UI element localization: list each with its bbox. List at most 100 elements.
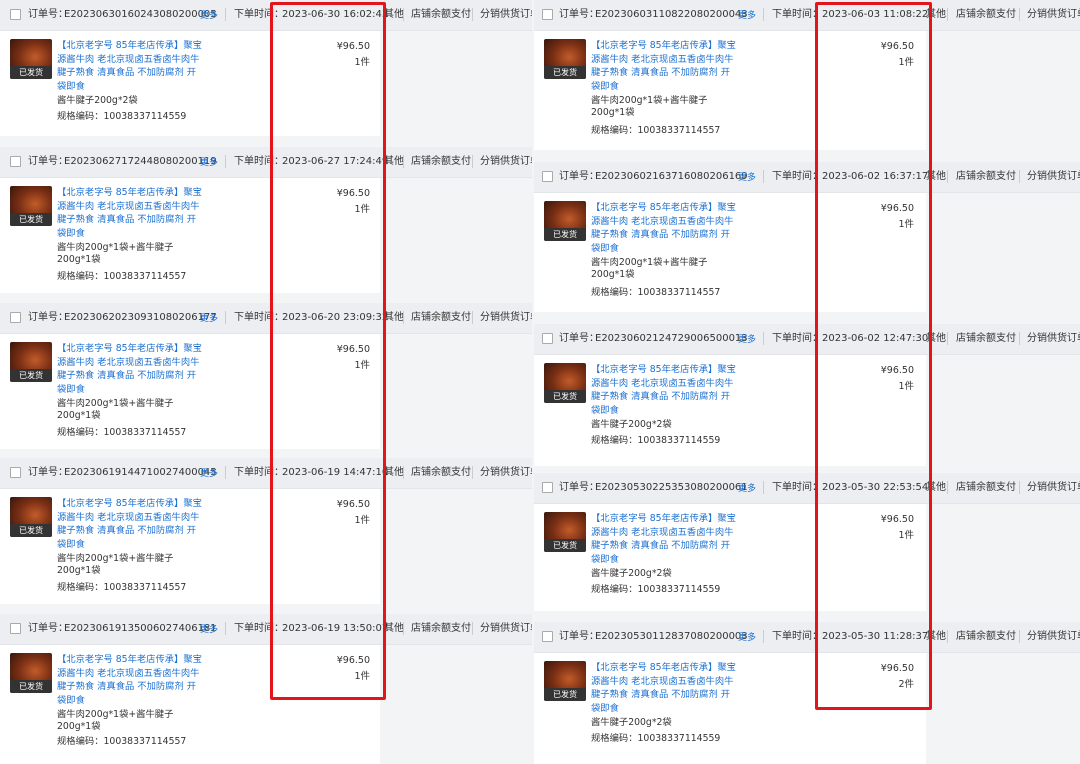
sku-code: 规格编码：10038337114557 bbox=[57, 582, 187, 593]
store-balance-pay: 店铺余额支付 bbox=[956, 631, 1016, 642]
shipped-badge: 已发货 bbox=[10, 369, 52, 382]
shipped-badge: 已发货 bbox=[10, 680, 52, 693]
order-card: 订单号： E20230530225353080200061 更多 下单时间： 2… bbox=[534, 473, 1080, 611]
product-thumbnail[interactable]: 已发货 bbox=[10, 497, 52, 537]
checkbox-icon[interactable] bbox=[542, 482, 553, 493]
more-link[interactable]: 更多 bbox=[738, 334, 756, 346]
checkbox-icon[interactable] bbox=[10, 156, 21, 167]
product-title-link[interactable]: 【北京老字号 85年老店传承】聚宝源酱牛肉 老北京现卤五香卤牛肉牛腱子熟食 清真… bbox=[57, 186, 202, 240]
checkbox-icon[interactable] bbox=[10, 467, 21, 478]
product-spec: 酱牛肉200g*1袋+酱牛腱子200g*1袋 bbox=[57, 398, 174, 421]
order-id: E20230530225353080200061 bbox=[595, 482, 748, 493]
order-id: E20230619144710027400045 bbox=[64, 467, 217, 478]
checkbox-icon[interactable] bbox=[542, 631, 553, 642]
order-no-label: 订单号： bbox=[28, 9, 68, 20]
dist-order-label: 分销供货订单 bbox=[480, 623, 532, 634]
order-header: 订单号： E20230530225353080200061 更多 下单时间： 2… bbox=[534, 473, 1080, 504]
store-balance-pay: 店铺余额支付 bbox=[956, 9, 1016, 20]
product-thumbnail[interactable]: 已发货 bbox=[10, 186, 52, 226]
product-title-link[interactable]: 【北京老字号 85年老店传承】聚宝源酱牛肉 老北京现卤五香卤牛肉牛腱子熟食 清真… bbox=[57, 39, 202, 93]
order-no-label: 订单号： bbox=[28, 312, 68, 323]
order-header: 订单号： E20230530112837080200003 更多 下单时间： 2… bbox=[534, 622, 1080, 653]
order-header: 订单号： E20230619144710027400045 更多 下单时间： 2… bbox=[0, 458, 532, 489]
order-id: E20230602124729006500013 bbox=[595, 333, 748, 344]
sku-code: 规格编码：10038337114557 bbox=[591, 125, 721, 136]
product-spec: 酱牛肉200g*1袋+酱牛腱子200g*1袋 bbox=[591, 257, 708, 280]
product-thumbnail[interactable]: 已发货 bbox=[544, 39, 586, 79]
product-title-link[interactable]: 【北京老字号 85年老店传承】聚宝源酱牛肉 老北京现卤五香卤牛肉牛腱子熟食 清真… bbox=[57, 653, 202, 707]
product-spec: 酱牛肉200g*1袋+酱牛腱子200g*1袋 bbox=[57, 709, 174, 732]
order-id: E20230602163716080206169 bbox=[595, 171, 748, 182]
product-thumbnail[interactable]: 已发货 bbox=[544, 512, 586, 552]
more-link[interactable]: 更多 bbox=[738, 172, 756, 184]
shipped-badge: 已发货 bbox=[544, 228, 586, 241]
product-thumbnail[interactable]: 已发货 bbox=[10, 39, 52, 79]
shipped-badge: 已发货 bbox=[10, 213, 52, 226]
dist-order-label: 分销供货订单 bbox=[1027, 9, 1080, 20]
time-highlight-box-left bbox=[270, 2, 386, 700]
order-id: E20230627172448080200119 bbox=[64, 156, 217, 167]
product-title-link[interactable]: 【北京老字号 85年老店传承】聚宝源酱牛肉 老北京现卤五香卤牛肉牛腱子熟食 清真… bbox=[591, 363, 736, 417]
more-link[interactable]: 更多 bbox=[200, 10, 218, 22]
pay-type-other: 其他 bbox=[384, 312, 404, 323]
checkbox-icon[interactable] bbox=[542, 333, 553, 344]
more-link[interactable]: 更多 bbox=[200, 157, 218, 169]
checkbox-icon[interactable] bbox=[10, 9, 21, 20]
product-thumbnail[interactable]: 已发货 bbox=[544, 363, 586, 403]
more-link[interactable]: 更多 bbox=[738, 632, 756, 644]
order-card: 订单号： E20230619144710027400045 更多 下单时间： 2… bbox=[0, 458, 532, 604]
product-spec: 酱牛腱子200g*2袋 bbox=[591, 717, 672, 728]
checkbox-icon[interactable] bbox=[542, 171, 553, 182]
dist-order-label: 分销供货订单 bbox=[480, 9, 532, 20]
order-card: 订单号： E20230603110822080200043 更多 下单时间： 2… bbox=[534, 0, 1080, 150]
order-no-label: 订单号： bbox=[559, 9, 599, 20]
product-spec: 酱牛肉200g*1袋+酱牛腱子200g*1袋 bbox=[591, 95, 708, 118]
product-title-link[interactable]: 【北京老字号 85年老店传承】聚宝源酱牛肉 老北京现卤五香卤牛肉牛腱子熟食 清真… bbox=[57, 342, 202, 396]
sku-code: 规格编码：10038337114557 bbox=[57, 271, 187, 282]
dist-order-label: 分销供货订单 bbox=[1027, 333, 1080, 344]
order-card: 订单号： E20230630160243080200005 更多 下单时间： 2… bbox=[0, 0, 532, 136]
more-link[interactable]: 更多 bbox=[738, 483, 756, 495]
more-link[interactable]: 更多 bbox=[738, 10, 756, 22]
store-balance-pay: 店铺余额支付 bbox=[956, 333, 1016, 344]
product-title-link[interactable]: 【北京老字号 85年老店传承】聚宝源酱牛肉 老北京现卤五香卤牛肉牛腱子熟食 清真… bbox=[591, 201, 736, 255]
sku-code: 规格编码：10038337114559 bbox=[591, 584, 721, 595]
order-no-label: 订单号： bbox=[559, 171, 599, 182]
product-thumbnail[interactable]: 已发货 bbox=[544, 661, 586, 701]
product-title-link[interactable]: 【北京老字号 85年老店传承】聚宝源酱牛肉 老北京现卤五香卤牛肉牛腱子熟食 清真… bbox=[591, 512, 736, 566]
product-thumbnail[interactable]: 已发货 bbox=[10, 653, 52, 693]
checkbox-icon[interactable] bbox=[542, 9, 553, 20]
product-title-link[interactable]: 【北京老字号 85年老店传承】聚宝源酱牛肉 老北京现卤五香卤牛肉牛腱子熟食 清真… bbox=[591, 661, 736, 715]
store-balance-pay: 店铺余额支付 bbox=[411, 623, 471, 634]
pay-type-other: 其他 bbox=[384, 467, 404, 478]
product-title-link[interactable]: 【北京老字号 85年老店传承】聚宝源酱牛肉 老北京现卤五香卤牛肉牛腱子熟食 清真… bbox=[591, 39, 736, 93]
dist-order-label: 分销供货订单 bbox=[480, 312, 532, 323]
more-link[interactable]: 更多 bbox=[200, 624, 218, 636]
pay-type-other: 其他 bbox=[384, 9, 404, 20]
product-title-link[interactable]: 【北京老字号 85年老店传承】聚宝源酱牛肉 老北京现卤五香卤牛肉牛腱子熟食 清真… bbox=[57, 497, 202, 551]
store-balance-pay: 店铺余额支付 bbox=[411, 312, 471, 323]
dist-order-label: 分销供货订单 bbox=[480, 156, 532, 167]
product-spec: 酱牛肉200g*1袋+酱牛腱子200g*1袋 bbox=[57, 553, 174, 576]
order-no-label: 订单号： bbox=[28, 623, 68, 634]
store-balance-pay: 店铺余额支付 bbox=[411, 156, 471, 167]
order-id: E20230630160243080200005 bbox=[64, 9, 217, 20]
order-id: E20230603110822080200043 bbox=[595, 9, 748, 20]
checkbox-icon[interactable] bbox=[10, 623, 21, 634]
product-spec: 酱牛肉200g*1袋+酱牛腱子200g*1袋 bbox=[57, 242, 174, 265]
order-id: E20230530112837080200003 bbox=[595, 631, 748, 642]
order-header: 订单号： E20230602163716080206169 更多 下单时间： 2… bbox=[534, 162, 1080, 193]
product-thumbnail[interactable]: 已发货 bbox=[544, 201, 586, 241]
dist-order-label: 分销供货订单 bbox=[1027, 631, 1080, 642]
order-id: E20230620230931080206177 bbox=[64, 312, 217, 323]
sku-code: 规格编码：10038337114559 bbox=[591, 435, 721, 446]
order-header: 订单号： E20230619135006027406181 更多 下单时间： 2… bbox=[0, 614, 532, 645]
product-thumbnail[interactable]: 已发货 bbox=[10, 342, 52, 382]
more-link[interactable]: 更多 bbox=[200, 313, 218, 325]
store-balance-pay: 店铺余额支付 bbox=[956, 171, 1016, 182]
checkbox-icon[interactable] bbox=[10, 312, 21, 323]
more-link[interactable]: 更多 bbox=[200, 468, 218, 480]
order-card: 订单号： E20230602163716080206169 更多 下单时间： 2… bbox=[534, 162, 1080, 312]
shipped-badge: 已发货 bbox=[544, 66, 586, 79]
pay-type-other: 其他 bbox=[384, 156, 404, 167]
